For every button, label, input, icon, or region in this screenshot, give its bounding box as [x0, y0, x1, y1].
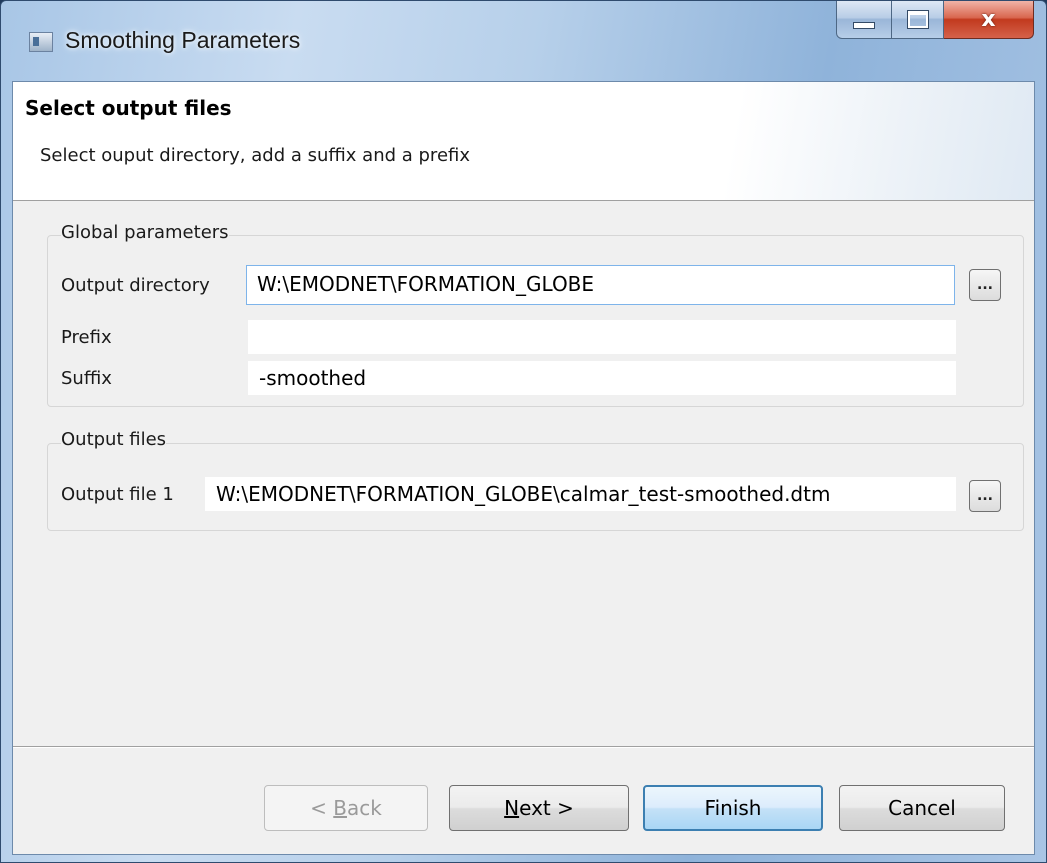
- output-directory-label: Output directory: [61, 275, 210, 296]
- page-title: Select output files: [25, 96, 232, 120]
- app-icon: [29, 32, 53, 52]
- suffix-label: Suffix: [61, 368, 112, 389]
- close-button[interactable]: x: [944, 1, 1034, 39]
- title-bar[interactable]: Smoothing Parameters x: [1, 1, 1046, 81]
- next-button-mnemonic: N: [504, 796, 520, 820]
- footer-separator-highlight: [13, 747, 1034, 748]
- dialog-window: Smoothing Parameters x Select output fil…: [0, 0, 1047, 863]
- back-button-prefix: <: [310, 796, 334, 820]
- dialog-client-area: Select output files Select ouput directo…: [12, 81, 1035, 855]
- output-directory-input[interactable]: W:\EMODNET\FORMATION_GLOBE: [246, 265, 955, 305]
- finish-button[interactable]: Finish: [643, 785, 823, 831]
- suffix-input[interactable]: -smoothed: [248, 361, 956, 395]
- output-file-1-browse-button[interactable]: ...: [969, 480, 1001, 512]
- maximize-button[interactable]: [892, 1, 944, 39]
- minimize-icon: [853, 22, 875, 29]
- back-button-mnemonic: B: [333, 796, 347, 820]
- minimize-button[interactable]: [836, 1, 892, 39]
- back-button[interactable]: < Back: [264, 785, 428, 831]
- global-parameters-title: Global parameters: [61, 222, 229, 243]
- next-button[interactable]: Next >: [449, 785, 629, 831]
- prefix-input[interactable]: [248, 320, 956, 354]
- back-button-rest: ack: [347, 796, 382, 820]
- maximize-icon: [906, 10, 929, 29]
- caption-buttons: x: [836, 1, 1034, 39]
- next-button-rest: ext >: [519, 796, 574, 820]
- window-title: Smoothing Parameters: [65, 27, 301, 53]
- cancel-button[interactable]: Cancel: [839, 785, 1005, 831]
- output-files-title: Output files: [61, 429, 167, 450]
- output-file-1-input[interactable]: W:\EMODNET\FORMATION_GLOBE\calmar_test-s…: [205, 477, 956, 511]
- output-directory-browse-button[interactable]: ...: [969, 269, 1001, 301]
- prefix-label: Prefix: [61, 327, 112, 348]
- output-file-1-label: Output file 1: [61, 484, 174, 505]
- close-icon: x: [981, 7, 996, 32]
- wizard-header: Select output files Select ouput directo…: [13, 82, 1034, 201]
- page-description: Select ouput directory, add a suffix and…: [40, 145, 471, 166]
